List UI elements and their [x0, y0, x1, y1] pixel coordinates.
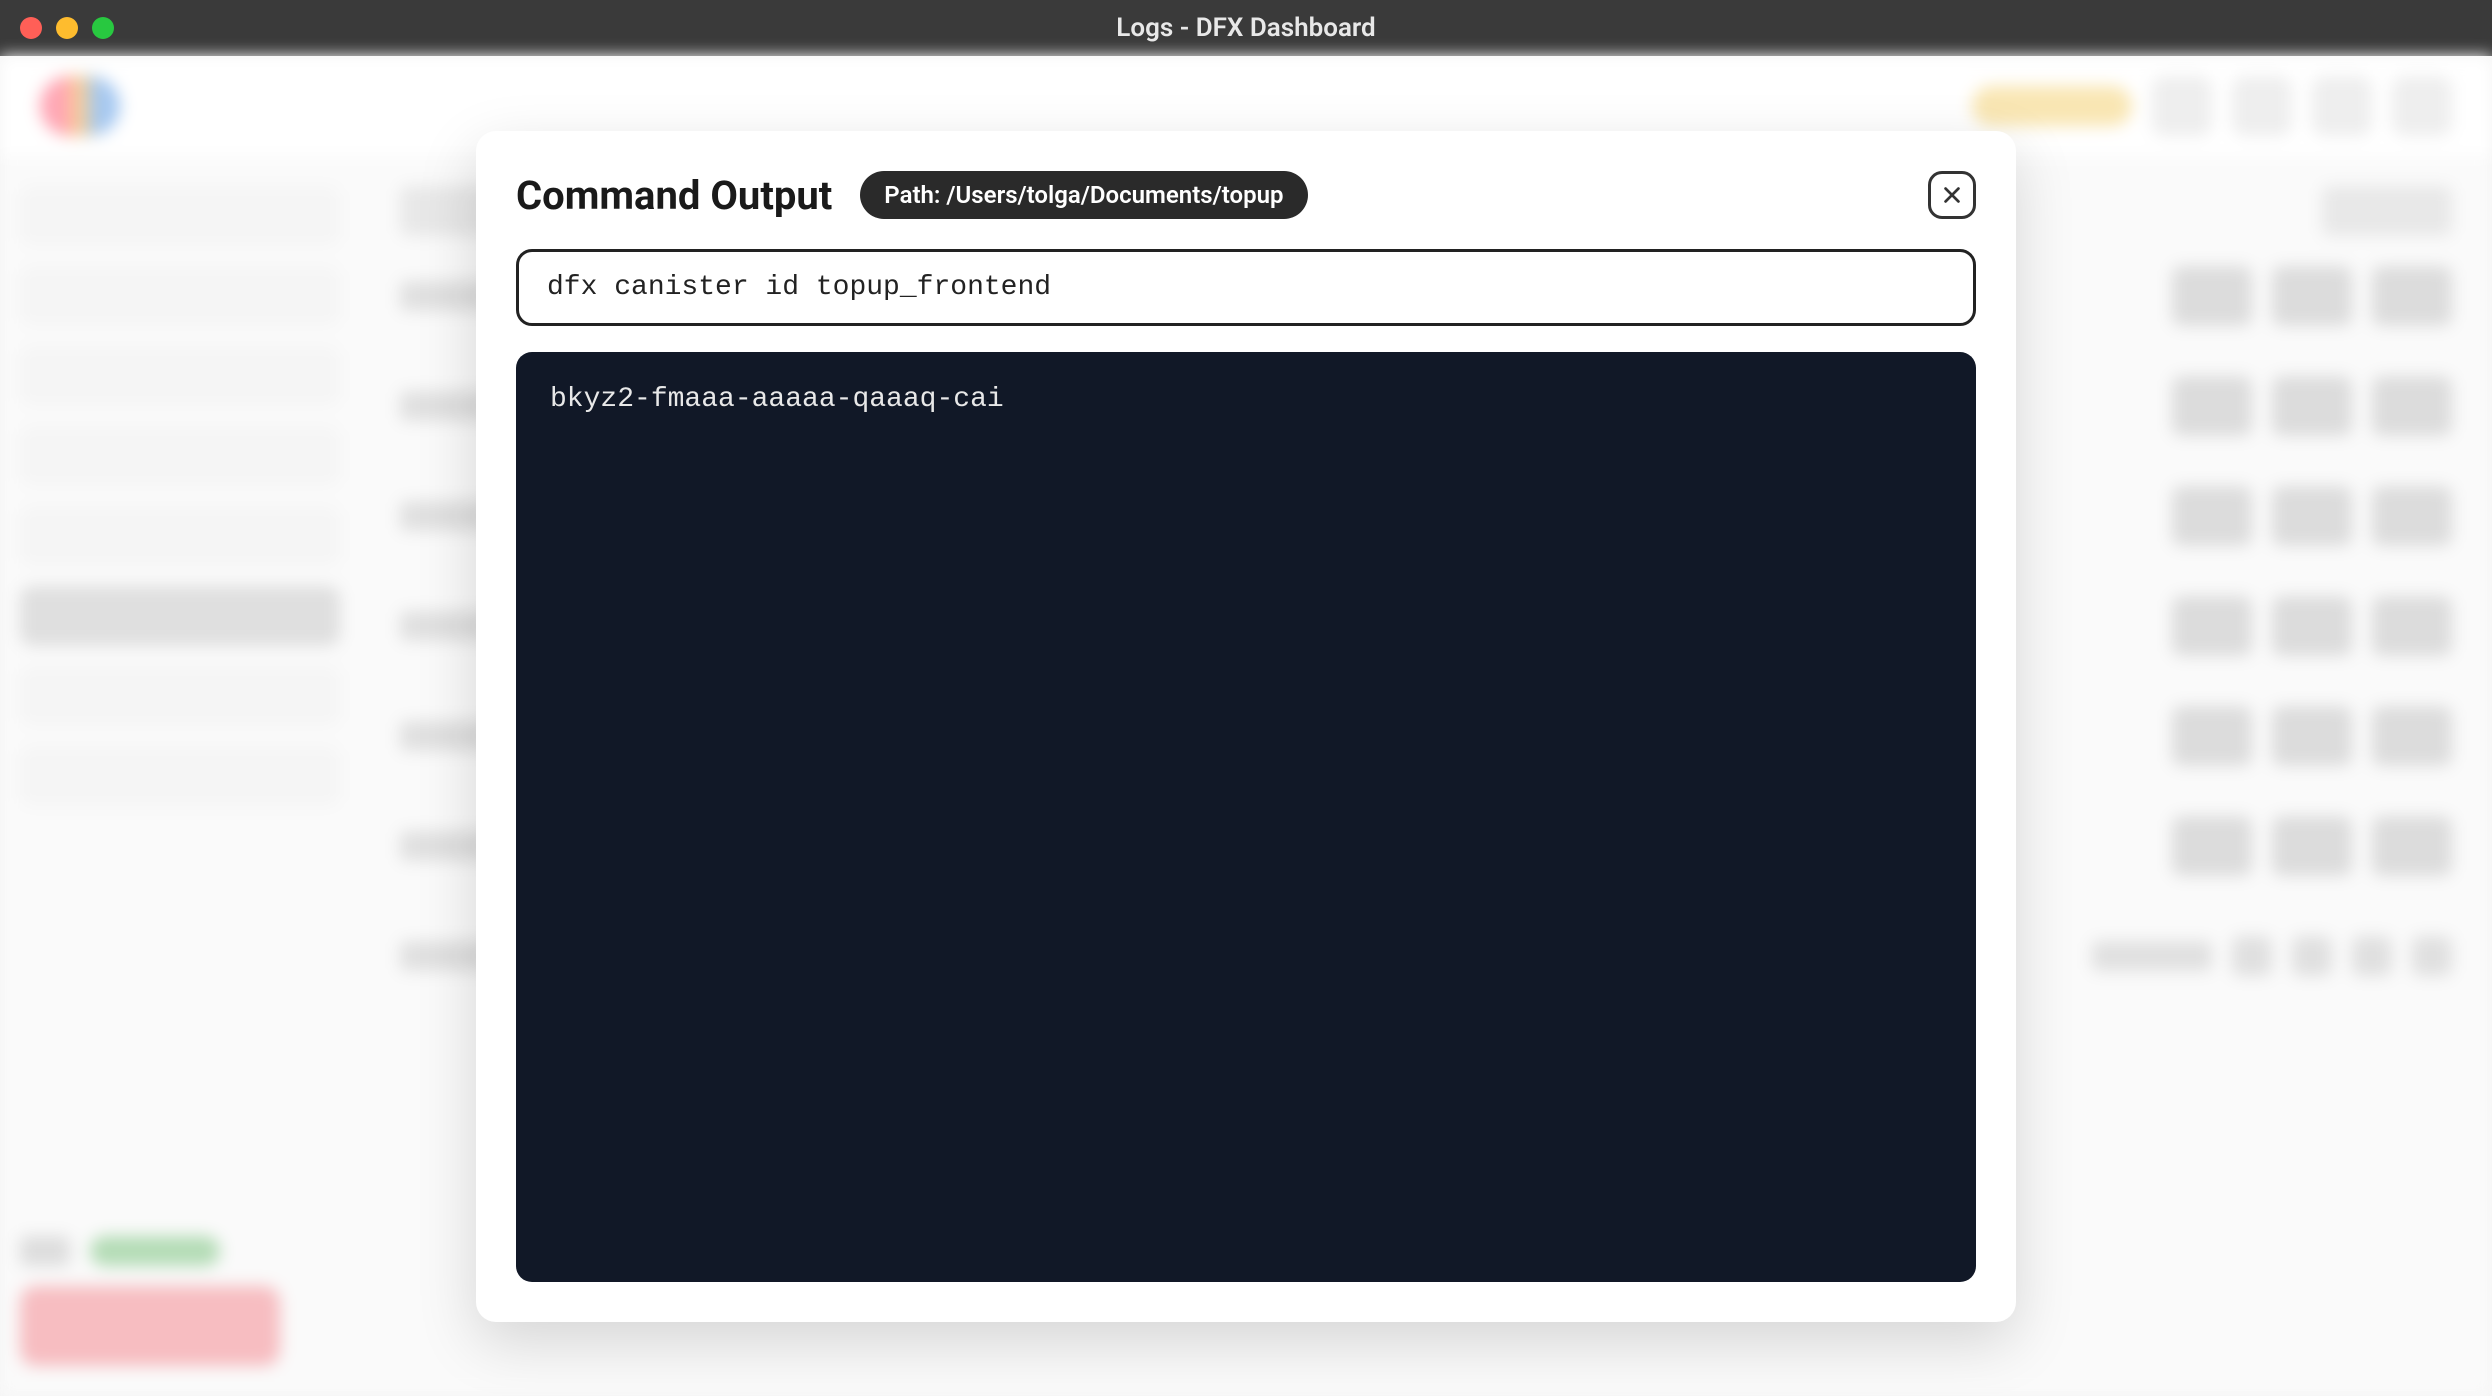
close-modal-button[interactable]: [1928, 171, 1976, 219]
traffic-lights: [20, 17, 114, 39]
maximize-window-button[interactable]: [92, 17, 114, 39]
path-badge: Path: /Users/tolga/Documents/topup: [860, 171, 1307, 219]
minimize-window-button[interactable]: [56, 17, 78, 39]
command-output-modal: Command Output Path: /Users/tolga/Docume…: [476, 131, 2016, 1322]
command-output-area[interactable]: bkyz2-fmaaa-aaaaa-qaaaq-cai: [516, 352, 1976, 1282]
window-titlebar: Logs - DFX Dashboard: [0, 0, 2492, 56]
close-window-button[interactable]: [20, 17, 42, 39]
window-title: Logs - DFX Dashboard: [1116, 13, 1375, 43]
modal-overlay: Command Output Path: /Users/tolga/Docume…: [0, 56, 2492, 1396]
command-input[interactable]: [516, 249, 1976, 326]
modal-title: Command Output: [516, 172, 832, 219]
close-icon: [1941, 184, 1963, 206]
